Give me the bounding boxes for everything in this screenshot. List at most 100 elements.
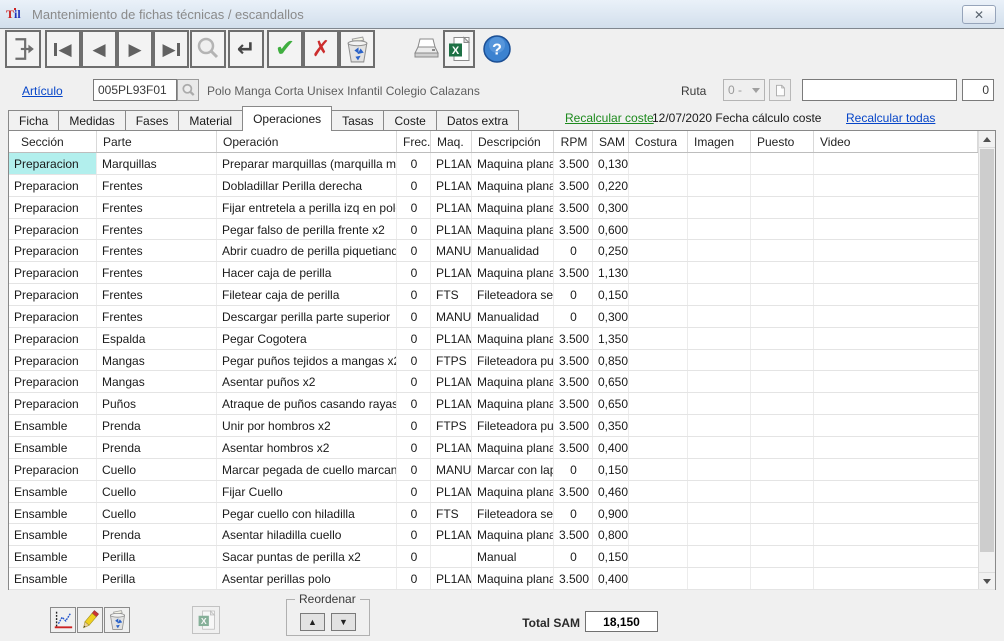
- table-cell[interactable]: PL1AM: [431, 219, 472, 240]
- table-cell[interactable]: PL1AM: [431, 437, 472, 458]
- table-cell[interactable]: Preparacion: [9, 393, 97, 414]
- table-cell[interactable]: Descargar perilla parte superior: [217, 306, 397, 327]
- table-cell[interactable]: 3.500: [554, 175, 593, 196]
- table-cell[interactable]: [751, 175, 814, 196]
- table-cell[interactable]: Preparacion: [9, 219, 97, 240]
- table-row[interactable]: PreparacionFrentesDobladillar Perilla de…: [9, 175, 995, 197]
- table-cell[interactable]: [814, 437, 995, 458]
- table-cell[interactable]: 0: [397, 437, 431, 458]
- table-cell[interactable]: [751, 328, 814, 349]
- table-cell[interactable]: [629, 415, 688, 436]
- table-row[interactable]: EnsambleCuelloPegar cuello con hiladilla…: [9, 503, 995, 525]
- table-cell[interactable]: [688, 197, 751, 218]
- table-row[interactable]: PreparacionFrentesHacer caja de perilla0…: [9, 262, 995, 284]
- table-cell[interactable]: [814, 371, 995, 392]
- table-cell[interactable]: [814, 262, 995, 283]
- table-cell[interactable]: Atraque de puños casando rayas x2: [217, 393, 397, 414]
- table-cell[interactable]: [629, 219, 688, 240]
- table-cell[interactable]: FTS: [431, 284, 472, 305]
- table-cell[interactable]: Maquina plana ...: [472, 437, 554, 458]
- table-cell[interactable]: Pegar cuello con hiladilla: [217, 503, 397, 524]
- table-cell[interactable]: 3.500: [554, 415, 593, 436]
- table-cell[interactable]: [431, 546, 472, 567]
- close-button[interactable]: ✕: [962, 5, 996, 24]
- table-cell[interactable]: Mangas: [97, 350, 217, 371]
- table-cell[interactable]: [629, 350, 688, 371]
- table-cell[interactable]: Abrir cuadro de perilla piquetiando: [217, 240, 397, 261]
- table-row[interactable]: EnsamblePrendaAsentar hombros x20PL1AMMa…: [9, 437, 995, 459]
- table-cell[interactable]: Maquina plana ...: [472, 262, 554, 283]
- table-cell[interactable]: FTPS: [431, 415, 472, 436]
- table-cell[interactable]: 0,150: [593, 459, 629, 480]
- table-cell[interactable]: 0: [397, 459, 431, 480]
- table-cell[interactable]: 0,900: [593, 503, 629, 524]
- table-cell[interactable]: 0,150: [593, 284, 629, 305]
- table-cell[interactable]: [688, 219, 751, 240]
- ruta-count-input[interactable]: [962, 79, 994, 101]
- table-cell[interactable]: [629, 524, 688, 545]
- table-cell[interactable]: Preparacion: [9, 350, 97, 371]
- table-cell[interactable]: Fijar Cuello: [217, 481, 397, 502]
- table-cell[interactable]: Fijar entretela a perilla izq en polo: [217, 197, 397, 218]
- table-row[interactable]: PreparacionCuelloMarcar pegada de cuello…: [9, 459, 995, 481]
- table-cell[interactable]: [629, 153, 688, 174]
- table-cell[interactable]: [751, 503, 814, 524]
- table-cell[interactable]: [751, 153, 814, 174]
- table-cell[interactable]: Frentes: [97, 240, 217, 261]
- table-cell[interactable]: Asentar hombros x2: [217, 437, 397, 458]
- tab-datos-extra[interactable]: Datos extra: [436, 110, 519, 130]
- table-cell[interactable]: Preparar marquillas (marquilla marc...: [217, 153, 397, 174]
- table-cell[interactable]: [688, 546, 751, 567]
- table-cell[interactable]: Prenda: [97, 437, 217, 458]
- table-cell[interactable]: Ensamble: [9, 503, 97, 524]
- table-row[interactable]: PreparacionPuñosAtraque de puños casando…: [9, 393, 995, 415]
- table-cell[interactable]: Prenda: [97, 415, 217, 436]
- table-cell[interactable]: Marquillas: [97, 153, 217, 174]
- table-cell[interactable]: 0,850: [593, 350, 629, 371]
- table-cell[interactable]: Preparacion: [9, 306, 97, 327]
- table-cell[interactable]: Frentes: [97, 175, 217, 196]
- chart-button[interactable]: [50, 607, 76, 633]
- column-header[interactable]: SAM: [593, 131, 629, 152]
- table-cell[interactable]: Sacar puntas de perilla x2: [217, 546, 397, 567]
- recalcular-coste-link[interactable]: Recalcular coste: [565, 111, 654, 125]
- table-cell[interactable]: [629, 371, 688, 392]
- edit-button[interactable]: [77, 607, 103, 633]
- table-cell[interactable]: Frentes: [97, 262, 217, 283]
- table-cell[interactable]: 0: [397, 197, 431, 218]
- table-cell[interactable]: [814, 306, 995, 327]
- table-cell[interactable]: [629, 546, 688, 567]
- table-cell[interactable]: [751, 240, 814, 261]
- table-cell[interactable]: [814, 503, 995, 524]
- table-cell[interactable]: Unir por hombros x2: [217, 415, 397, 436]
- table-row[interactable]: EnsamblePerillaAsentar perillas polo0PL1…: [9, 568, 995, 590]
- table-cell[interactable]: MANU: [431, 306, 472, 327]
- table-cell[interactable]: 3.500: [554, 393, 593, 414]
- table-cell[interactable]: Asentar perillas polo: [217, 568, 397, 589]
- table-cell[interactable]: Manualidad: [472, 306, 554, 327]
- table-cell[interactable]: 0: [397, 371, 431, 392]
- table-cell[interactable]: [751, 262, 814, 283]
- table-cell[interactable]: PL1AM: [431, 153, 472, 174]
- column-header[interactable]: Frec.: [397, 131, 431, 152]
- table-cell[interactable]: [629, 306, 688, 327]
- table-cell[interactable]: Preparacion: [9, 328, 97, 349]
- table-cell[interactable]: [688, 415, 751, 436]
- table-cell[interactable]: [629, 393, 688, 414]
- table-cell[interactable]: Fileteadora pun...: [472, 350, 554, 371]
- table-cell[interactable]: 0: [397, 175, 431, 196]
- table-cell[interactable]: Ensamble: [9, 524, 97, 545]
- table-cell[interactable]: Pegar Cogotera: [217, 328, 397, 349]
- table-cell[interactable]: 0,350: [593, 415, 629, 436]
- scroll-down-button[interactable]: [979, 572, 995, 589]
- table-cell[interactable]: PL1AM: [431, 197, 472, 218]
- table-cell[interactable]: [751, 437, 814, 458]
- table-cell[interactable]: Fileteadora pun...: [472, 415, 554, 436]
- table-cell[interactable]: 1,350: [593, 328, 629, 349]
- table-cell[interactable]: [751, 568, 814, 589]
- table-cell[interactable]: 0,250: [593, 240, 629, 261]
- table-cell[interactable]: 0: [397, 284, 431, 305]
- table-cell[interactable]: Maquina plana ...: [472, 197, 554, 218]
- table-cell[interactable]: [688, 503, 751, 524]
- table-cell[interactable]: [751, 197, 814, 218]
